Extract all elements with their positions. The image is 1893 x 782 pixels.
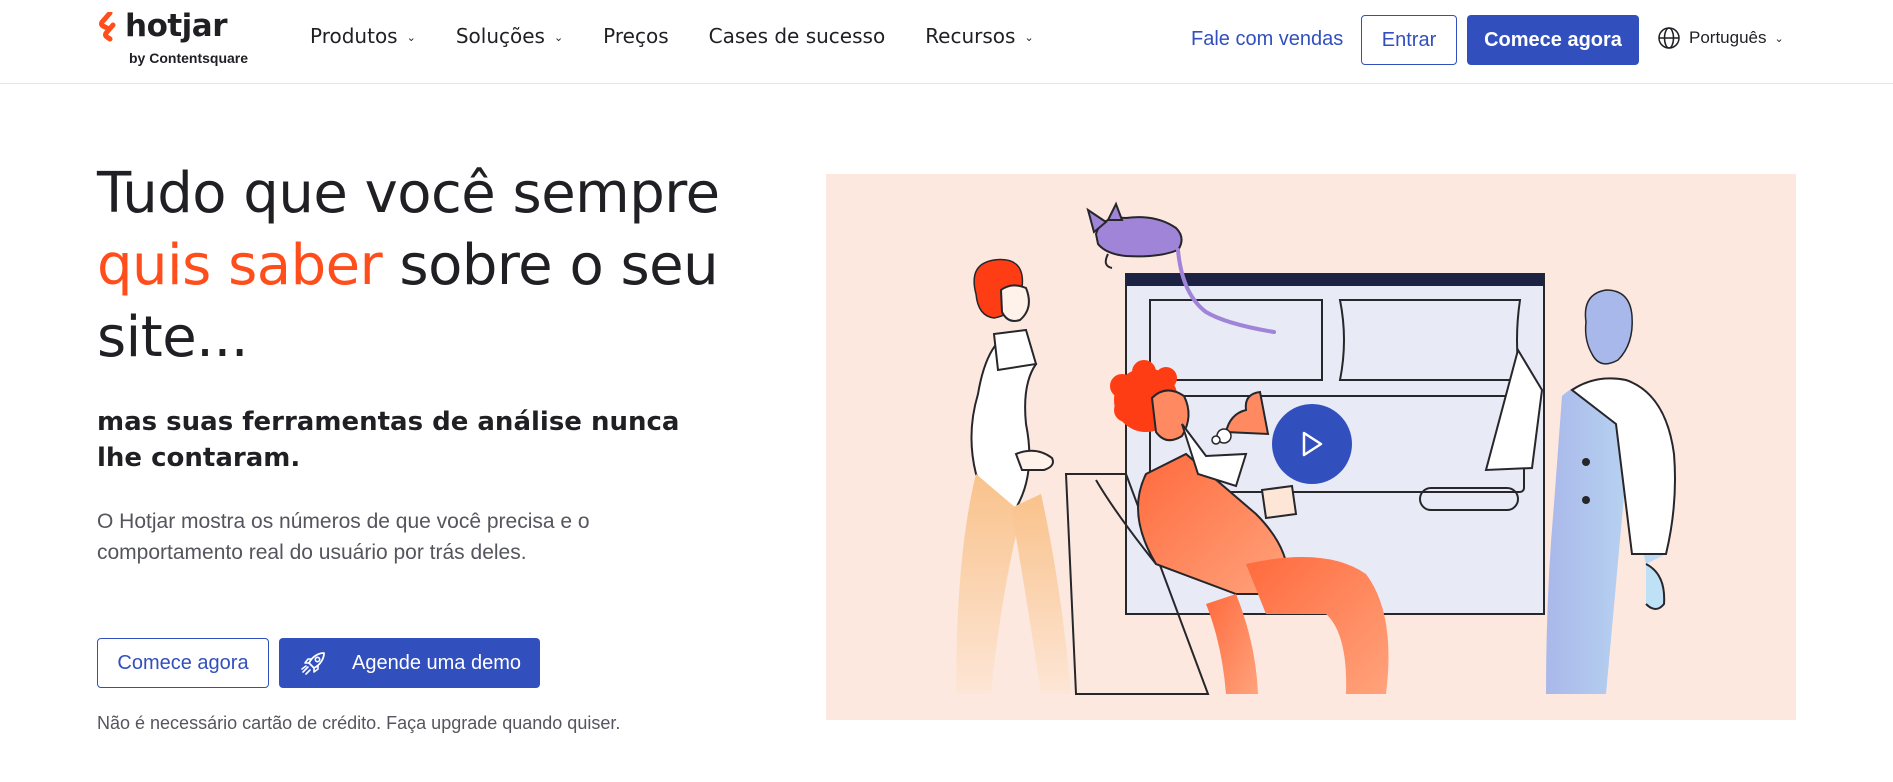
hero-subtitle: mas suas ferramentas de análise nunca lh…	[97, 407, 680, 473]
talk-to-sales-link[interactable]: Fale com vendas	[1191, 28, 1343, 51]
nav-item-label: Cases de sucesso	[708, 24, 886, 48]
play-video-button[interactable]	[1272, 404, 1352, 484]
play-icon	[1302, 431, 1323, 457]
logo-tagline: by Contentsquare	[129, 50, 249, 66]
chevron-down-icon: ⌄	[553, 31, 564, 44]
nav-item-label: Preços	[603, 24, 669, 48]
hotjar-logo-icon	[99, 12, 116, 42]
chevron-down-icon: ⌄	[406, 31, 416, 44]
language-selector[interactable]: Português ⌄	[1657, 26, 1784, 50]
schedule-demo-label: Agende uma demo	[351, 651, 521, 674]
nav-item-produtos[interactable]: Produtos ⌄	[310, 24, 416, 48]
nav-item-label: Produtos	[310, 24, 398, 48]
hero-illustration	[826, 174, 1796, 720]
schedule-demo-button[interactable]: Agende uma demo	[279, 638, 540, 688]
woman-standing-illustration	[956, 258, 1071, 694]
site-header: hotjar by Contentsquare Produtos ⌄ Soluç…	[0, 0, 1893, 84]
hero-description: O Hotjar mostra os números de que você p…	[97, 510, 590, 564]
login-button[interactable]: Entrar	[1361, 15, 1457, 65]
nav-item-solucoes[interactable]: Soluções ⌄	[456, 24, 563, 48]
nav-item-label: Recursos	[925, 24, 1016, 48]
language-label: Português	[1689, 28, 1767, 47]
chevron-down-icon: ⌄	[1024, 31, 1034, 44]
nav-item-precos[interactable]: Preços	[603, 24, 668, 48]
hero-title: Tudo que você sempre quis saber sobre o …	[97, 158, 777, 374]
nav-item-cases[interactable]: Cases de sucesso	[709, 24, 886, 48]
hotjar-logo[interactable]: hotjar by Contentsquare	[97, 8, 267, 70]
nav-item-recursos[interactable]: Recursos ⌄	[925, 24, 1034, 48]
nav-item-label: Soluções	[455, 24, 545, 48]
hero-title-accent: quis saber	[97, 233, 383, 298]
chevron-down-icon: ⌄	[1774, 32, 1784, 45]
main-nav: Produtos ⌄ Soluções ⌄ Preços Cases de su…	[310, 24, 1074, 48]
logo-wordmark: hotjar	[125, 8, 228, 44]
globe-icon	[1658, 27, 1680, 49]
start-now-header-button[interactable]: Comece agora	[1467, 15, 1639, 65]
no-credit-card-note: Não é necessário cartão de crédito. Faça…	[97, 713, 621, 733]
start-now-hero-button[interactable]: Comece agora	[97, 638, 269, 688]
rocket-icon	[301, 652, 325, 675]
hero-title-start: Tudo que você sempre	[97, 161, 720, 226]
